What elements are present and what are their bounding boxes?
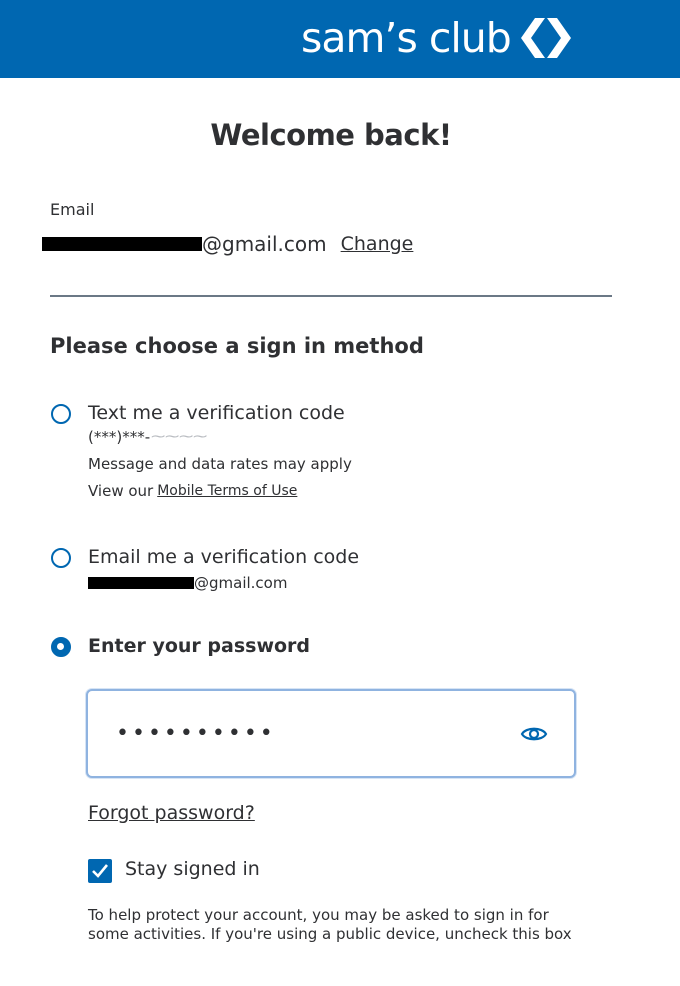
- stay-signed-in-checkbox[interactable]: [88, 859, 112, 883]
- terms-row: View our Mobile Terms of Use: [88, 482, 297, 500]
- header-bar: sam’s club: [0, 0, 680, 78]
- forgot-password-link[interactable]: Forgot password?: [88, 802, 255, 824]
- divider: [50, 295, 612, 297]
- sign-in-method-heading: Please choose a sign in method: [50, 334, 424, 358]
- password-field[interactable]: ••••••••••: [86, 689, 576, 778]
- help-text: To help protect your account, you may be…: [88, 906, 572, 943]
- stay-signed-in-label: Stay signed in: [125, 858, 260, 880]
- email-masked-domain: @gmail.com: [194, 574, 288, 592]
- email-code-label: Email me a verification code: [88, 546, 360, 568]
- radio-email-code[interactable]: [51, 548, 71, 568]
- sams-club-diamond-icon: [520, 18, 571, 58]
- password-option-label: Enter your password: [88, 635, 311, 657]
- phone-partial-obscured: ⁓⁓⁓⁓: [151, 429, 208, 445]
- redacted-email-user: [42, 237, 202, 251]
- email-row: @gmail.com Change: [42, 230, 413, 258]
- eye-icon[interactable]: [520, 724, 548, 744]
- mobile-terms-link[interactable]: Mobile Terms of Use: [157, 483, 297, 499]
- change-email-link[interactable]: Change: [341, 233, 414, 255]
- rates-note: Message and data rates may apply: [88, 455, 352, 473]
- email-label: Email: [50, 200, 95, 219]
- checkmark-icon: [92, 864, 109, 878]
- phone-masked: (***)***-: [88, 428, 151, 446]
- redacted-email-user-2: [88, 577, 194, 589]
- page-title: Welcome back!: [210, 118, 452, 152]
- email-domain: @gmail.com: [202, 232, 327, 256]
- phone-masked-row: (***)***- ⁓⁓⁓⁓: [88, 428, 207, 446]
- terms-prefix: View our: [88, 482, 154, 500]
- radio-text-code[interactable]: [51, 404, 71, 424]
- password-value: ••••••••••: [116, 721, 276, 746]
- text-code-label: Text me a verification code: [88, 402, 345, 424]
- logo-text: sam’s club: [301, 13, 512, 62]
- sams-club-logo[interactable]: sam’s club: [301, 8, 575, 68]
- radio-password[interactable]: [51, 637, 71, 657]
- email-masked-row: @gmail.com: [88, 574, 287, 592]
